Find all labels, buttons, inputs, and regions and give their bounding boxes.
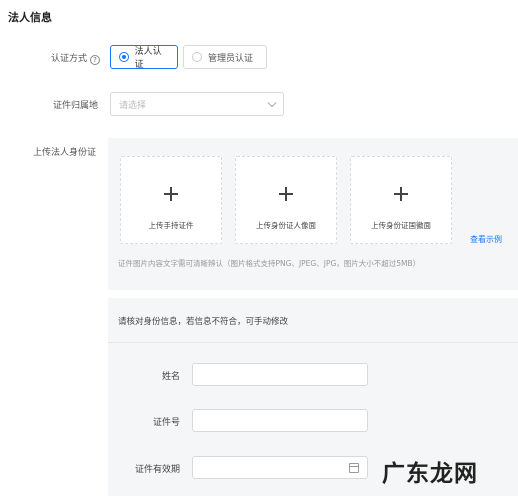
validity-label: 证件有效期 <box>134 465 180 475</box>
view-example-link[interactable]: 查看示例 <box>470 234 502 245</box>
radio-legal-person[interactable]: 法人认证 <box>110 45 178 70</box>
name-input[interactable] <box>192 363 368 386</box>
upload-emblem-card[interactable]: 上传身份证国徽面 <box>350 156 452 244</box>
upload-panel: 上传手持证件 上传身份证人像面 上传身份证国徽面 查看示例 证件图片内容文字需可… <box>108 138 518 290</box>
upload-hint: 证件图片内容文字需可清晰辨认（图片格式支持PNG、JPEG、JPG，图片大小不超… <box>118 259 421 268</box>
upload-portrait-label: 上传身份证人像面 <box>256 221 316 230</box>
id-region-placeholder: 请选择 <box>119 100 147 111</box>
help-icon[interactable]: ? <box>90 55 100 65</box>
radio-checked-icon <box>119 52 129 62</box>
id-number-input[interactable] <box>192 409 368 432</box>
verify-note: 请核对身份信息，若信息不符合，可手动修改 <box>118 317 289 327</box>
upload-emblem-label: 上传身份证国徽面 <box>371 221 431 230</box>
plus-icon <box>164 187 178 201</box>
radio-administrator[interactable]: 管理员认证 <box>183 45 267 69</box>
id-region-select[interactable]: 请选择 <box>110 92 284 116</box>
section-title: 法人信息 <box>8 11 52 24</box>
radio-unchecked-icon <box>192 52 202 62</box>
divider <box>108 342 518 343</box>
upload-id-label: 上传法人身份证 <box>32 148 96 158</box>
auth-method-label-text: 认证方式 <box>50 54 87 64</box>
calendar-icon <box>349 463 359 473</box>
validity-date-input[interactable] <box>192 456 368 479</box>
plus-icon <box>394 187 408 201</box>
plus-icon <box>279 187 293 201</box>
watermark: 广东龙网 <box>382 461 478 487</box>
radio-administrator-label: 管理员认证 <box>208 53 254 64</box>
id-number-label: 证件号 <box>152 418 180 428</box>
radio-legal-person-label: 法人认证 <box>134 47 162 70</box>
id-region-label: 证件归属地 <box>52 101 98 111</box>
auth-method-label: 认证方式? <box>20 51 100 65</box>
upload-handheld-card[interactable]: 上传手持证件 <box>120 156 222 244</box>
name-label: 姓名 <box>161 372 180 382</box>
chevron-down-icon <box>267 98 277 107</box>
upload-handheld-label: 上传手持证件 <box>148 221 194 230</box>
upload-portrait-card[interactable]: 上传身份证人像面 <box>235 156 337 244</box>
